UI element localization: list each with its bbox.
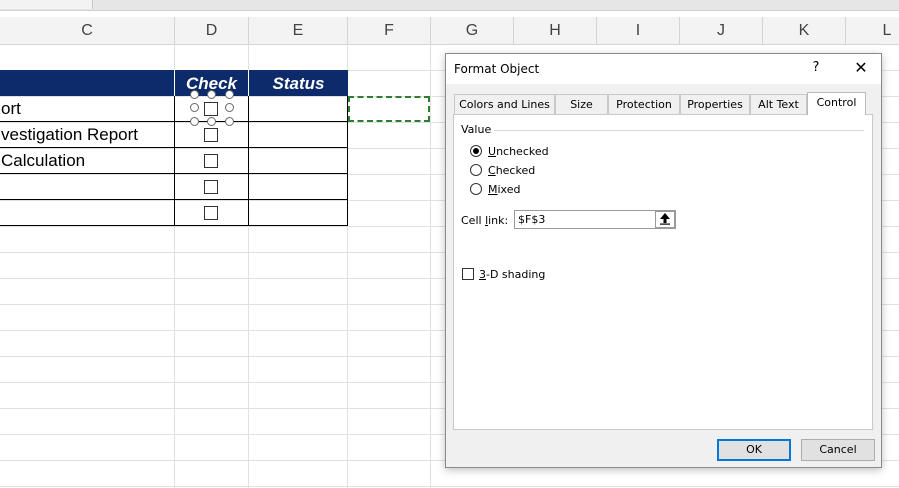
tab-size[interactable]: Size bbox=[555, 94, 608, 114]
resize-handle-icon[interactable] bbox=[225, 90, 234, 99]
column-header-row: C D E F G H I J K L bbox=[0, 17, 899, 45]
form-checkbox[interactable] bbox=[204, 206, 218, 220]
resize-handle-icon[interactable] bbox=[207, 117, 216, 126]
resize-handle-icon[interactable] bbox=[190, 103, 199, 112]
status-cell[interactable] bbox=[249, 174, 348, 200]
form-checkbox[interactable] bbox=[204, 154, 218, 168]
copy-selection-marquee bbox=[348, 96, 430, 122]
task-cell[interactable] bbox=[0, 200, 175, 226]
column-header-g[interactable]: G bbox=[431, 17, 514, 44]
task-cell[interactable]: Calculation bbox=[0, 148, 175, 174]
radio-icon[interactable] bbox=[470, 164, 482, 176]
form-checkbox[interactable] bbox=[204, 180, 218, 194]
resize-handle-icon[interactable] bbox=[225, 117, 234, 126]
collapse-arrow-up-icon[interactable] bbox=[655, 211, 675, 228]
form-checkbox-selected[interactable] bbox=[204, 102, 218, 116]
help-icon[interactable]: ? bbox=[808, 60, 824, 75]
status-cell[interactable] bbox=[249, 96, 348, 122]
resize-handle-icon[interactable] bbox=[190, 117, 199, 126]
column-header-h[interactable]: H bbox=[514, 17, 597, 44]
column-header-i[interactable]: I bbox=[597, 17, 680, 44]
dialog-titlebar[interactable]: Format Object ? ✕ bbox=[446, 54, 881, 84]
cell-link-input[interactable]: $F$3 bbox=[514, 210, 676, 229]
format-object-dialog: Format Object ? ✕ Colors and Lines Size … bbox=[445, 53, 882, 468]
column-header-k[interactable]: K bbox=[763, 17, 846, 44]
task-cell[interactable]: vestigation Report bbox=[0, 122, 175, 148]
cancel-button[interactable]: Cancel bbox=[801, 439, 875, 461]
resize-handle-icon[interactable] bbox=[190, 90, 199, 99]
control-panel: Value Unchecked Checked Mixed Cell link:… bbox=[453, 114, 873, 430]
resize-handle-icon[interactable] bbox=[207, 90, 216, 99]
task-cell[interactable] bbox=[0, 174, 175, 200]
3d-shading-label: 3-D shading bbox=[479, 268, 546, 281]
status-cell[interactable] bbox=[249, 122, 348, 148]
tab-alt-text[interactable]: Alt Text bbox=[750, 94, 807, 114]
resize-handle-icon[interactable] bbox=[225, 103, 234, 112]
column-header-l[interactable]: L bbox=[846, 17, 899, 44]
status-cell[interactable] bbox=[249, 148, 348, 174]
status-cell[interactable] bbox=[249, 200, 348, 226]
column-header-f[interactable]: F bbox=[348, 17, 431, 44]
header-status: Status bbox=[249, 70, 348, 96]
column-header-c[interactable]: C bbox=[0, 17, 175, 44]
column-header-j[interactable]: J bbox=[680, 17, 763, 44]
cell-link-label: Cell link: bbox=[461, 214, 509, 227]
radio-selected-icon[interactable] bbox=[470, 145, 482, 157]
radio-icon[interactable] bbox=[470, 183, 482, 195]
column-header-d[interactable]: D bbox=[175, 17, 249, 44]
radio-unchecked-label: Unchecked bbox=[488, 145, 549, 158]
tab-properties[interactable]: Properties bbox=[680, 94, 750, 114]
radio-mixed-label: Mixed bbox=[488, 183, 521, 196]
radio-checked-label: Checked bbox=[488, 164, 536, 177]
task-cell[interactable]: ort bbox=[0, 96, 175, 122]
close-icon[interactable]: ✕ bbox=[851, 58, 871, 77]
dialog-title: Format Object bbox=[454, 62, 540, 76]
checkbox-icon[interactable] bbox=[462, 268, 474, 280]
tab-control[interactable]: Control bbox=[807, 92, 866, 115]
formula-bar-strip bbox=[0, 0, 899, 11]
value-group-label: Value bbox=[461, 123, 492, 136]
column-header-e[interactable]: E bbox=[249, 17, 348, 44]
ok-button[interactable]: OK bbox=[717, 439, 791, 461]
header-task bbox=[0, 70, 175, 96]
name-box-stub bbox=[0, 0, 93, 9]
group-divider bbox=[494, 130, 864, 131]
tab-colors-and-lines[interactable]: Colors and Lines bbox=[454, 94, 555, 114]
form-checkbox[interactable] bbox=[204, 128, 218, 142]
tab-protection[interactable]: Protection bbox=[608, 94, 680, 114]
